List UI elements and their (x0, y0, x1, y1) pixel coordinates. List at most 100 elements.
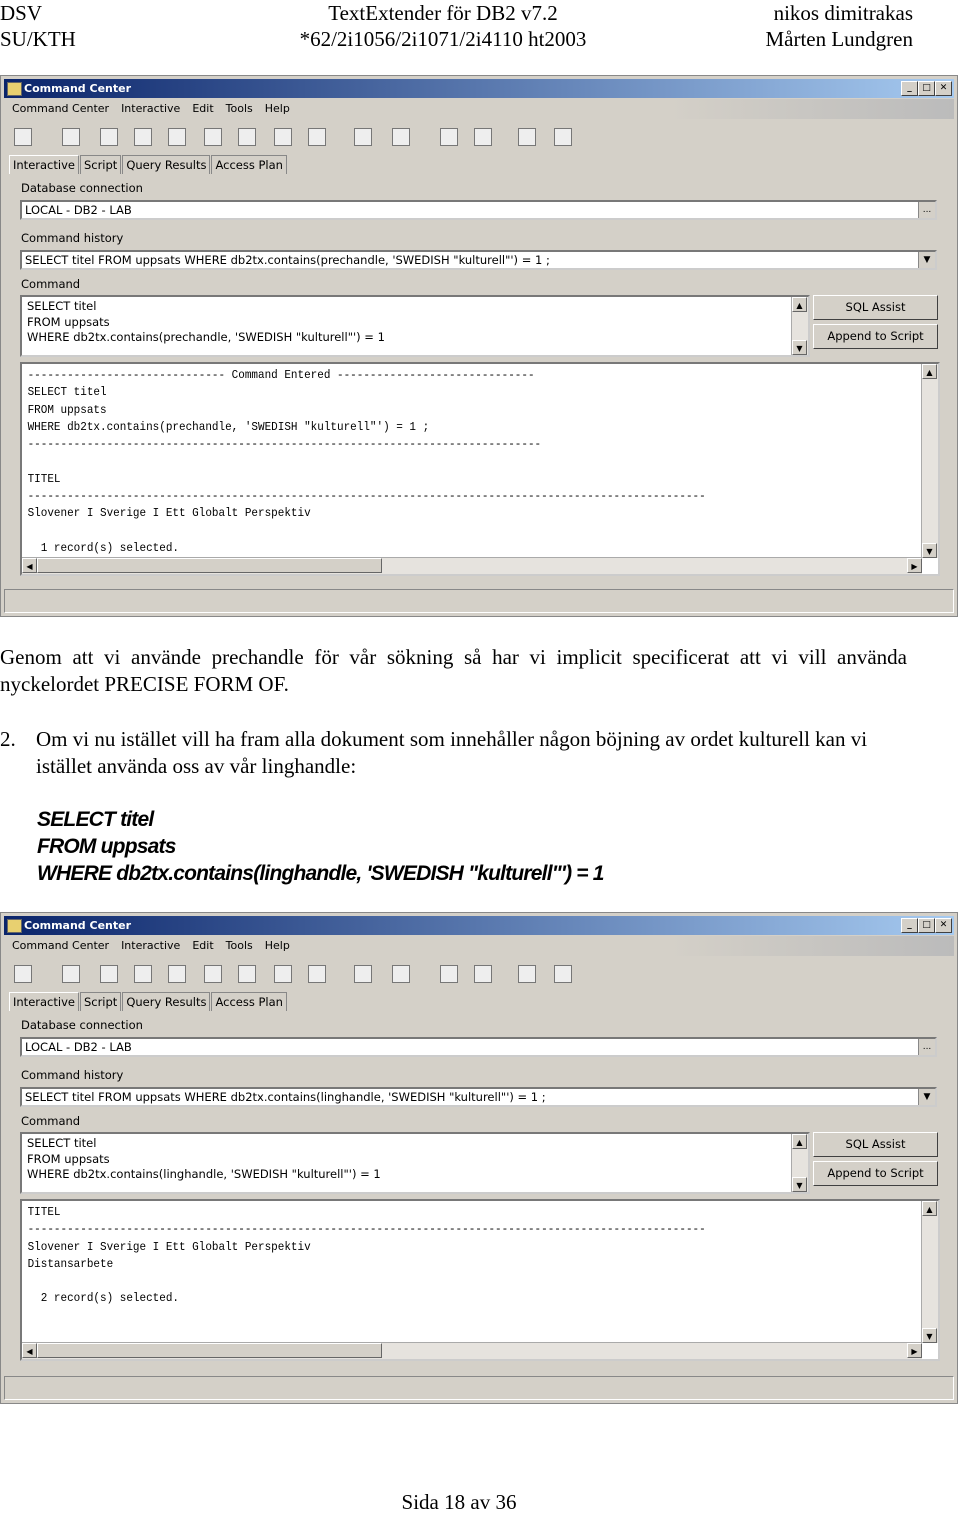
scroll-thumb[interactable] (37, 558, 382, 573)
menu-item-2[interactable]: Edit (192, 939, 213, 952)
maximize-button[interactable]: □ (918, 81, 935, 96)
tab-3[interactable]: Access Plan (211, 992, 287, 1011)
scroll-down-icon[interactable]: ▼ (792, 1177, 807, 1192)
browse-button[interactable]: ... (918, 1039, 935, 1055)
results-output[interactable]: TITEL ----------------------------------… (20, 1199, 940, 1361)
command-input[interactable]: SELECT titel FROM uppsats WHERE db2tx.cont… (20, 1132, 810, 1194)
toolbar-icon-2[interactable] (62, 128, 80, 146)
toolbar-icon-1[interactable] (14, 965, 32, 983)
minimize-button[interactable]: _ (901, 81, 918, 96)
command-history-dropdown[interactable]: SELECT titel FROM uppsats WHERE db2tx.co… (20, 1087, 937, 1107)
scroll-up-icon[interactable]: ▲ (792, 297, 807, 312)
menu-item-3[interactable]: Tools (226, 102, 253, 115)
scroll-left-icon[interactable]: ◀ (22, 558, 37, 573)
browse-button[interactable]: ... (918, 202, 935, 218)
scroll-up-icon[interactable]: ▲ (922, 364, 937, 379)
toolbar-icon-5[interactable] (168, 128, 186, 146)
output-horizontal-scrollbar[interactable]: ◀ ▶ (22, 557, 922, 574)
command-center-window-2: Command Center _ □ ✕ Command Center Inter… (0, 912, 958, 1404)
menu-item-4[interactable]: Help (265, 939, 290, 952)
scroll-down-icon[interactable]: ▼ (922, 543, 937, 558)
toolbar-icon-14[interactable] (518, 965, 536, 983)
toolbar-icon-3[interactable] (100, 128, 118, 146)
scroll-left-icon[interactable]: ◀ (22, 1343, 37, 1358)
item-2-text: Om vi nu istället vill ha fram alla doku… (36, 727, 868, 778)
header-right: nikos dimitrakas Mårten Lundgren (765, 1, 913, 51)
append-to-script-button[interactable]: Append to Script (813, 324, 938, 349)
output-vertical-scrollbar[interactable]: ▲ ▼ (921, 1201, 938, 1343)
scroll-right-icon[interactable]: ▶ (907, 1343, 922, 1358)
scroll-up-icon[interactable]: ▲ (792, 1134, 807, 1149)
append-to-script-button[interactable]: Append to Script (813, 1161, 938, 1186)
tab-1[interactable]: Script (79, 992, 122, 1011)
scroll-down-icon[interactable]: ▼ (792, 340, 807, 355)
maximize-button[interactable]: □ (918, 918, 935, 933)
command-history-label: Command history (21, 231, 124, 245)
output-vertical-scrollbar[interactable]: ▲ ▼ (921, 364, 938, 558)
database-connection-field[interactable]: LOCAL - DB2 - LAB... (20, 200, 937, 220)
toolbar-icon-3[interactable] (100, 965, 118, 983)
toolbar-icon-9[interactable] (308, 965, 326, 983)
toolbar-icon-12[interactable] (440, 128, 458, 146)
toolbar-icon-14[interactable] (518, 128, 536, 146)
toolbar-icon-11[interactable] (392, 965, 410, 983)
output-horizontal-scrollbar[interactable]: ◀ ▶ (22, 1342, 922, 1359)
tab-2[interactable]: Query Results (122, 155, 211, 174)
menu-item-2[interactable]: Edit (192, 102, 213, 115)
toolbar-icon-13[interactable] (474, 965, 492, 983)
vertical-scrollbar[interactable]: ▲ ▼ (791, 297, 808, 355)
toolbar-icon-10[interactable] (354, 128, 372, 146)
toolbar-icon-13[interactable] (474, 128, 492, 146)
tab-1[interactable]: Script (79, 155, 122, 174)
scroll-up-icon[interactable]: ▲ (922, 1201, 937, 1216)
toolbar-icon-4[interactable] (134, 128, 152, 146)
toolbar-icon-7[interactable] (238, 965, 256, 983)
app-icon (7, 919, 22, 933)
close-button[interactable]: ✕ (935, 918, 952, 933)
chevron-down-icon[interactable]: ▼ (918, 252, 935, 268)
tab-2[interactable]: Query Results (122, 992, 211, 1011)
scroll-down-icon[interactable]: ▼ (922, 1328, 937, 1343)
tab-0[interactable]: Interactive (9, 992, 79, 1011)
toolbar-icon-2[interactable] (62, 965, 80, 983)
toolbar-icon-10[interactable] (354, 965, 372, 983)
menu-item-3[interactable]: Tools (226, 939, 253, 952)
toolbar-icon-6[interactable] (204, 965, 222, 983)
title-bar: Command Center _ □ ✕ (4, 916, 954, 935)
menu-item-1[interactable]: Interactive (121, 102, 180, 115)
toolbar-icon-15[interactable] (554, 128, 572, 146)
close-button[interactable]: ✕ (935, 81, 952, 96)
sql-assist-button[interactable]: SQL Assist (813, 295, 938, 320)
tab-bar: Interactive Script Query Results Access Pla… (9, 992, 288, 1012)
sql-assist-button[interactable]: SQL Assist (813, 1132, 938, 1157)
toolbar-icon-12[interactable] (440, 965, 458, 983)
toolbar-icon-6[interactable] (204, 128, 222, 146)
scroll-right-icon[interactable]: ▶ (907, 558, 922, 573)
command-input[interactable]: SELECT titel FROM uppsats WHERE db2tx.cont… (20, 295, 810, 357)
toolbar-icon-7[interactable] (238, 128, 256, 146)
toolbar-icon-8[interactable] (274, 128, 292, 146)
menu-item-0[interactable]: Command Center (12, 939, 109, 952)
toolbar-icon-8[interactable] (274, 965, 292, 983)
toolbar-icon-1[interactable] (14, 128, 32, 146)
chevron-down-icon[interactable]: ▼ (918, 1089, 935, 1105)
tab-3[interactable]: Access Plan (211, 155, 287, 174)
toolbar-icon-9[interactable] (308, 128, 326, 146)
menu-item-1[interactable]: Interactive (121, 939, 180, 952)
toolbar-icon-5[interactable] (168, 965, 186, 983)
minimize-button[interactable]: _ (901, 918, 918, 933)
vertical-scrollbar[interactable]: ▲ ▼ (791, 1134, 808, 1192)
code-line-2: FROM uppsats (37, 835, 176, 858)
database-connection-label: Database connection (21, 1018, 143, 1032)
scroll-thumb[interactable] (37, 1343, 382, 1358)
tab-0[interactable]: Interactive (9, 155, 79, 174)
database-connection-field[interactable]: LOCAL - DB2 - LAB... (20, 1037, 937, 1057)
toolbar-icon-4[interactable] (134, 965, 152, 983)
results-output[interactable]: ------------------------------ Command E… (20, 362, 940, 576)
status-bar (4, 589, 954, 613)
toolbar-icon-11[interactable] (392, 128, 410, 146)
menu-item-4[interactable]: Help (265, 102, 290, 115)
menu-item-0[interactable]: Command Center (12, 102, 109, 115)
toolbar-icon-15[interactable] (554, 965, 572, 983)
command-history-dropdown[interactable]: SELECT titel FROM uppsats WHERE db2tx.co… (20, 250, 937, 270)
